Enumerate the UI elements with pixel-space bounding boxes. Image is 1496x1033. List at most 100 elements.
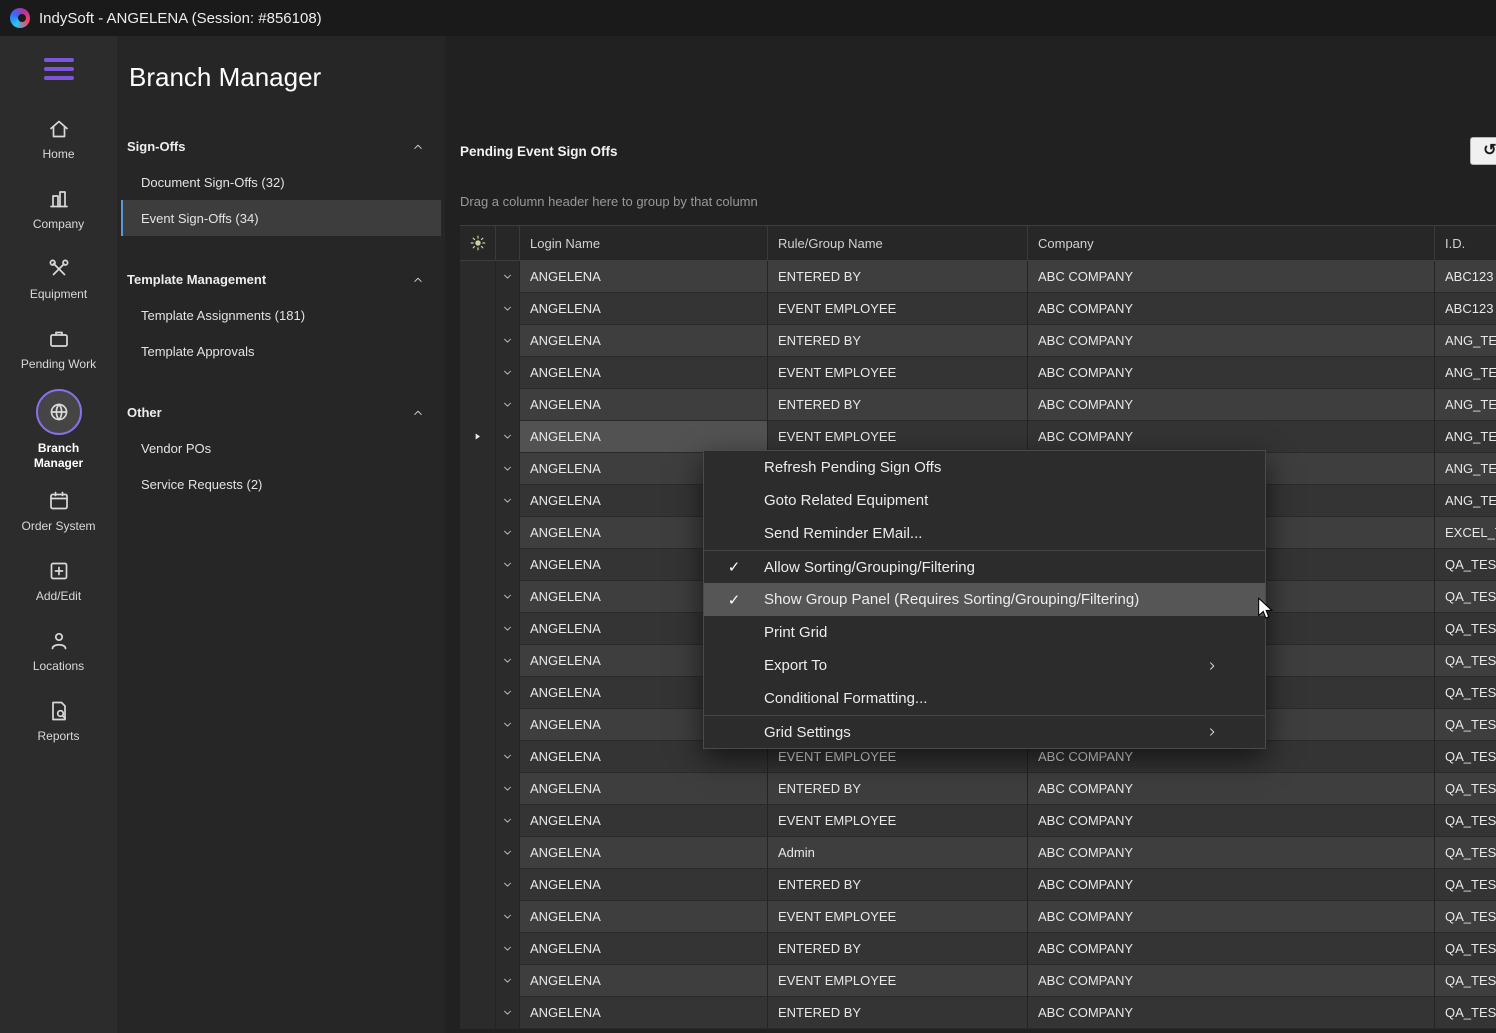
table-row[interactable]: ANGELENAAdminABC COMPANYQA_TEST [460,837,1496,869]
cell-rule-group-name[interactable]: EVENT EMPLOYEE [768,293,1028,325]
column-header-id[interactable]: I.D. [1435,226,1496,260]
cell-id[interactable]: QA_TEST [1435,805,1496,837]
row-expand-button[interactable] [496,549,520,581]
cell-login-name[interactable]: ANGELENA [520,325,768,357]
nav-item-vendor-pos[interactable]: Vendor POs [121,430,441,466]
table-row[interactable]: ANGELENAEVENT EMPLOYEEABC COMPANYANG_TES [460,357,1496,389]
cell-rule-group-name[interactable]: EVENT EMPLOYEE [768,421,1028,453]
sidebar-item-pending-work[interactable]: Pending Work [0,314,117,384]
column-header-rule-group-name[interactable]: Rule/Group Name [768,226,1028,260]
cell-rule-group-name[interactable]: EVENT EMPLOYEE [768,965,1028,997]
cell-id[interactable]: QA_TEST [1435,837,1496,869]
cell-id[interactable]: QA_TEST [1435,869,1496,901]
cell-id[interactable]: QA_TEST [1435,677,1496,709]
row-expand-button[interactable] [496,325,520,357]
table-row[interactable]: ANGELENAENTERED BYABC COMPANYQA_TEST [460,773,1496,805]
menu-item-refresh-pending-sign-offs[interactable]: Refresh Pending Sign Offs [704,451,1265,484]
cell-id[interactable]: QA_TEST [1435,581,1496,613]
cell-rule-group-name[interactable]: ENTERED BY [768,997,1028,1029]
cell-company[interactable]: ABC COMPANY [1028,805,1435,837]
table-row[interactable]: ANGELENAENTERED BYABC COMPANYANG_TES [460,325,1496,357]
menu-item-grid-settings[interactable]: Grid Settings [704,715,1265,748]
row-expand-button[interactable] [496,933,520,965]
cell-company[interactable]: ABC COMPANY [1028,389,1435,421]
sidebar-item-home[interactable]: Home [0,104,117,174]
cell-login-name[interactable]: ANGELENA [520,997,768,1029]
cell-rule-group-name[interactable]: ENTERED BY [768,261,1028,293]
row-expand-button[interactable] [496,837,520,869]
cell-rule-group-name[interactable]: ENTERED BY [768,773,1028,805]
cell-rule-group-name[interactable]: ENTERED BY [768,869,1028,901]
menu-item-export-to[interactable]: Export To [704,649,1265,682]
row-expand-button[interactable] [496,741,520,773]
sidebar-item-order-system[interactable]: Order System [0,476,117,546]
cell-company[interactable]: ABC COMPANY [1028,965,1435,997]
cell-login-name[interactable]: ANGELENA [520,421,768,453]
menu-item-allow-sorting-grouping-filtering[interactable]: ✓Allow Sorting/Grouping/Filtering [704,550,1265,583]
nav-item-template-approvals[interactable]: Template Approvals [121,333,441,369]
sidebar-item-company[interactable]: Company [0,174,117,244]
cell-rule-group-name[interactable]: EVENT EMPLOYEE [768,357,1028,389]
cell-rule-group-name[interactable]: EVENT EMPLOYEE [768,805,1028,837]
row-expand-button[interactable] [496,901,520,933]
cell-login-name[interactable]: ANGELENA [520,261,768,293]
cell-login-name[interactable]: ANGELENA [520,901,768,933]
hamburger-menu-icon[interactable] [44,58,74,80]
cell-id[interactable]: QA_TEST [1435,549,1496,581]
cell-id[interactable]: ANG_TES [1435,357,1496,389]
row-expand-button[interactable] [496,357,520,389]
row-expand-button[interactable] [496,805,520,837]
row-expand-button[interactable] [496,485,520,517]
row-expand-button[interactable] [496,869,520,901]
cell-id[interactable]: ANG_TES [1435,485,1496,517]
sidebar-item-equipment[interactable]: Equipment [0,244,117,314]
cell-login-name[interactable]: ANGELENA [520,389,768,421]
cell-company[interactable]: ABC COMPANY [1028,325,1435,357]
table-row[interactable]: ANGELENAEVENT EMPLOYEEABC COMPANYQA_TEST [460,805,1496,837]
cell-login-name[interactable]: ANGELENA [520,965,768,997]
row-expand-button[interactable] [496,645,520,677]
cell-login-name[interactable]: ANGELENA [520,773,768,805]
cell-id[interactable]: QA_TEST [1435,901,1496,933]
cell-login-name[interactable]: ANGELENA [520,933,768,965]
cell-id[interactable]: ANG_TES [1435,453,1496,485]
nav-item-template-assignments-181[interactable]: Template Assignments (181) [121,297,441,333]
sidebar-item-reports[interactable]: Reports [0,686,117,756]
cell-id[interactable]: ABC123 [1435,293,1496,325]
cell-id[interactable]: ANG_TES [1435,421,1496,453]
section-header-sign-offs[interactable]: Sign-Offs [117,129,445,164]
table-row[interactable]: ANGELENAENTERED BYABC COMPANYQA_TEST [460,933,1496,965]
row-expand-button[interactable] [496,581,520,613]
row-expand-button[interactable] [496,613,520,645]
row-expand-button[interactable] [496,965,520,997]
nav-item-service-requests-2[interactable]: Service Requests (2) [121,466,441,502]
cell-company[interactable]: ABC COMPANY [1028,261,1435,293]
cell-id[interactable]: QA_TEST [1435,709,1496,741]
row-expand-button[interactable] [496,997,520,1029]
cell-id[interactable]: ANG_TES [1435,325,1496,357]
row-expand-button[interactable] [496,421,520,453]
cell-company[interactable]: ABC COMPANY [1028,357,1435,389]
cell-login-name[interactable]: ANGELENA [520,805,768,837]
table-row[interactable]: ANGELENAEVENT EMPLOYEEABC COMPANYANG_TES [460,421,1496,453]
menu-item-send-reminder-email[interactable]: Send Reminder EMail... [704,517,1265,550]
cell-company[interactable]: ABC COMPANY [1028,869,1435,901]
cell-company[interactable]: ABC COMPANY [1028,293,1435,325]
cell-company[interactable]: ABC COMPANY [1028,933,1435,965]
cell-company[interactable]: ABC COMPANY [1028,997,1435,1029]
section-header-template-management[interactable]: Template Management [117,262,445,297]
menu-item-conditional-formatting[interactable]: Conditional Formatting... [704,682,1265,715]
cell-company[interactable]: ABC COMPANY [1028,837,1435,869]
cell-login-name[interactable]: ANGELENA [520,293,768,325]
row-expand-button[interactable] [496,677,520,709]
table-row[interactable]: ANGELENAEVENT EMPLOYEEABC COMPANYQA_TEST [460,901,1496,933]
cell-login-name[interactable]: ANGELENA [520,869,768,901]
cell-id[interactable]: EXCEL_TE [1435,517,1496,549]
row-expand-button[interactable] [496,389,520,421]
nav-item-document-sign-offs-32[interactable]: Document Sign-Offs (32) [121,164,441,200]
cell-id[interactable]: QA_TEST [1435,613,1496,645]
column-header-company[interactable]: Company [1028,226,1435,260]
cell-rule-group-name[interactable]: EVENT EMPLOYEE [768,901,1028,933]
sidebar-item-add-edit[interactable]: Add/Edit [0,546,117,616]
cell-id[interactable]: QA_TEST [1435,933,1496,965]
